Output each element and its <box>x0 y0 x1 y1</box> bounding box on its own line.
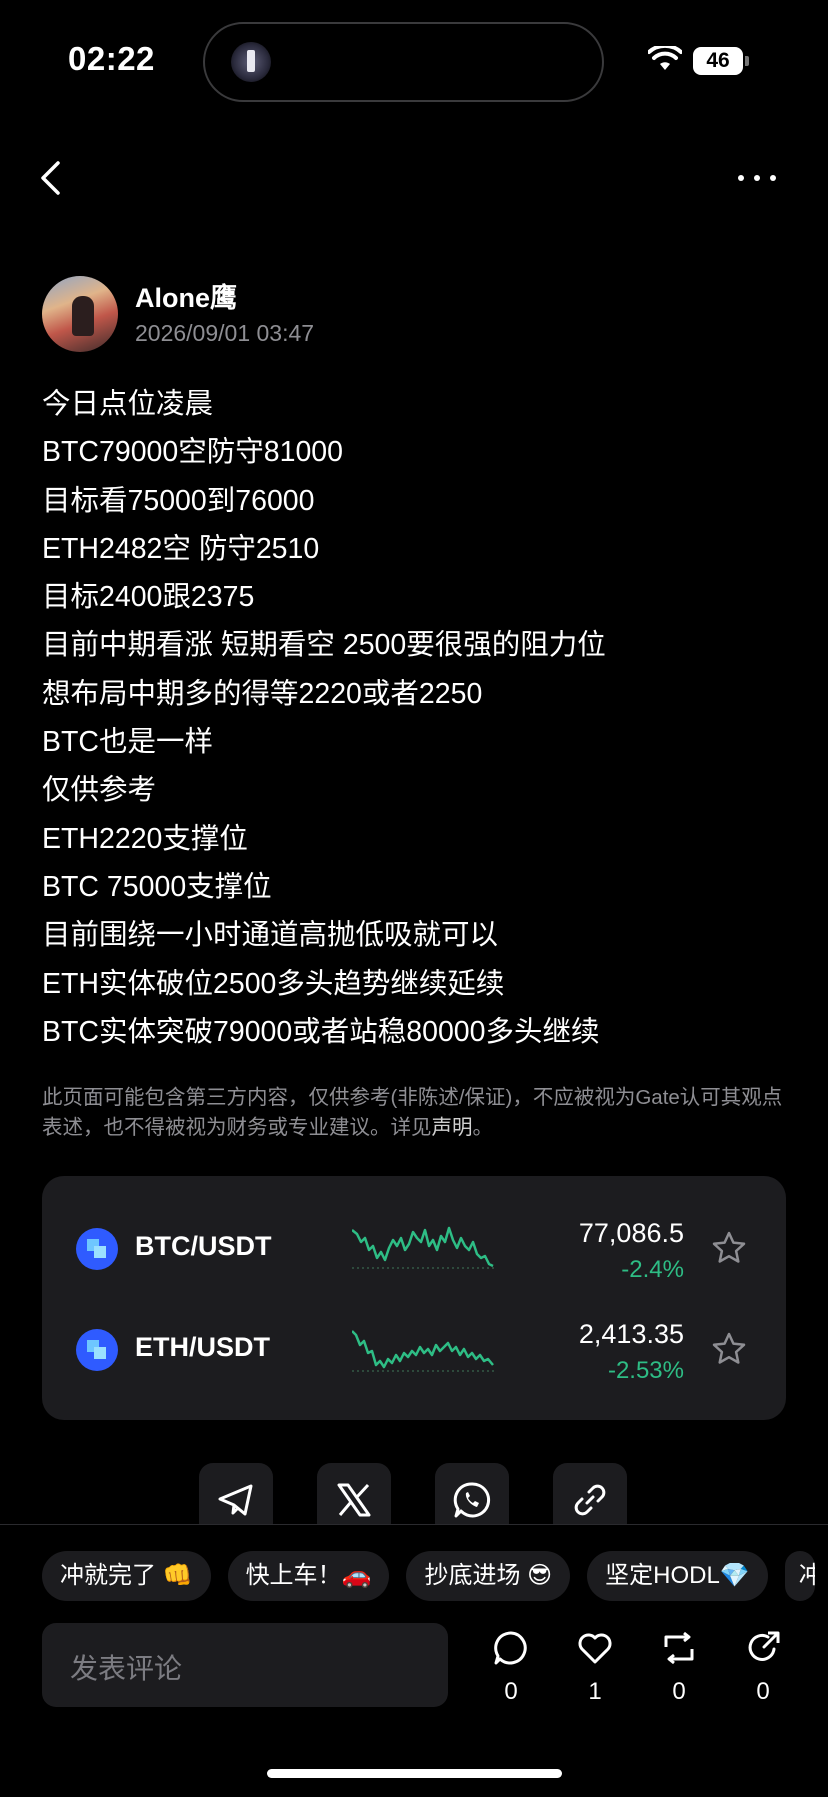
share-button[interactable]: 0 <box>733 1629 793 1706</box>
market-card: BTC/USDT 77,086.5 -2.4% ETH/USDT 2,413.3… <box>42 1176 786 1420</box>
heart-icon <box>578 1633 612 1664</box>
whatsapp-icon <box>453 1482 491 1518</box>
home-indicator[interactable] <box>267 1769 562 1778</box>
disclaimer-text: 此页面可能包含第三方内容，仅供参考(非陈述/保证)，不应被视为Gate认可其观点… <box>42 1086 783 1139</box>
comment-placeholder: 发表评论 <box>70 1653 183 1684</box>
post-line: BTC 75000支撑位 <box>42 870 272 903</box>
pair-price: 77,086.5 <box>578 1218 684 1248</box>
link-icon <box>574 1484 606 1516</box>
repost-icon <box>664 1631 694 1665</box>
repost-count: 0 <box>672 1678 686 1705</box>
quick-reply-chip[interactable]: 抄底进场 😎 <box>406 1551 571 1601</box>
sparkline-chart <box>352 1226 494 1269</box>
comment-bubble-icon <box>494 1631 527 1665</box>
sparkline-chart <box>352 1330 494 1372</box>
like-count: 1 <box>588 1678 602 1705</box>
quick-reply-chip[interactable]: 冲 <box>784 1551 815 1601</box>
favorite-star-icon[interactable] <box>711 1331 747 1367</box>
author-avatar[interactable] <box>42 276 118 352</box>
post-line: ETH2220支撑位 <box>42 822 248 855</box>
author-name[interactable]: Alone鹰 <box>135 276 237 315</box>
post-line: 想布局中期多的得等2220或者2250 <box>42 677 483 710</box>
post-line: ETH2482空 防守2510 <box>42 532 320 565</box>
x-icon <box>337 1483 371 1517</box>
disclaimer-link[interactable]: 声明 <box>432 1116 473 1139</box>
status-time: 02:22 <box>68 40 155 77</box>
disclaimer-end: 。 <box>472 1116 494 1139</box>
share-arrow-icon <box>748 1631 780 1661</box>
pair-name: ETH/USDT <box>135 1332 270 1362</box>
post-line: ETH实体破位2500多头趋势继续延续 <box>42 967 505 1000</box>
quick-reply-chip[interactable]: 快上车！🚗 <box>227 1551 390 1601</box>
pair-change: -2.53% <box>607 1357 684 1384</box>
pair-price: 2,413.35 <box>578 1319 684 1349</box>
post-line: 目前围绕一小时通道高抛低吸就可以 <box>42 919 499 952</box>
more-options-icon[interactable] <box>738 175 776 181</box>
post-date: 2026/09/01 03:47 <box>135 320 315 346</box>
post-line: 目标看75000到76000 <box>42 484 315 517</box>
battery-tip <box>745 56 749 66</box>
post-line: 仅供参考 <box>42 774 157 807</box>
post-line: BTC实体突破79000或者站稳80000多头继续 <box>42 1015 600 1048</box>
share-count: 0 <box>756 1678 770 1705</box>
quick-reply-list: 冲就完了 👊 快上车！🚗 抄底进场 😎 坚定HODL💎 冲 <box>42 1551 815 1601</box>
post-content: 今日点位凌晨 BTC79000空防守81000 目标看75000到76000 E… <box>42 380 802 1056</box>
quick-reply-chip[interactable]: 冲就完了 👊 <box>42 1551 211 1601</box>
disclaimer: 此页面可能包含第三方内容，仅供参考(非陈述/保证)，不应被视为Gate认可其观点… <box>42 1083 792 1143</box>
back-arrow-icon[interactable] <box>38 160 62 196</box>
comment-count: 0 <box>504 1678 518 1705</box>
post-line: BTC也是一样 <box>42 726 214 759</box>
telegram-icon <box>218 1484 253 1516</box>
comment-input[interactable]: 发表评论 <box>42 1623 448 1707</box>
repost-button[interactable]: 0 <box>649 1629 709 1706</box>
gate-coin-icon <box>76 1329 118 1371</box>
post-line: 目前中期看涨 短期看空 2500要很强的阻力位 <box>42 629 606 662</box>
battery-indicator: 46 <box>693 47 743 75</box>
dynamic-island <box>203 22 604 102</box>
pair-change: -2.4% <box>621 1256 684 1283</box>
flashlight-icon <box>231 42 271 82</box>
post-line: 今日点位凌晨 <box>42 388 214 420</box>
pair-name: BTC/USDT <box>135 1231 272 1261</box>
post-line: 目标2400跟2375 <box>42 581 255 614</box>
market-row-btc[interactable]: BTC/USDT 77,086.5 -2.4% <box>42 1200 786 1300</box>
favorite-star-icon[interactable] <box>711 1230 747 1266</box>
comment-count-button[interactable]: 0 <box>481 1629 541 1706</box>
wifi-icon <box>648 46 682 70</box>
like-button[interactable]: 1 <box>565 1629 625 1706</box>
post-line: BTC79000空防守81000 <box>42 436 344 469</box>
market-row-eth[interactable]: ETH/USDT 2,413.35 -2.53% <box>42 1301 786 1401</box>
quick-reply-chip[interactable]: 坚定HODL💎 <box>587 1551 768 1601</box>
gate-coin-icon <box>76 1228 118 1270</box>
